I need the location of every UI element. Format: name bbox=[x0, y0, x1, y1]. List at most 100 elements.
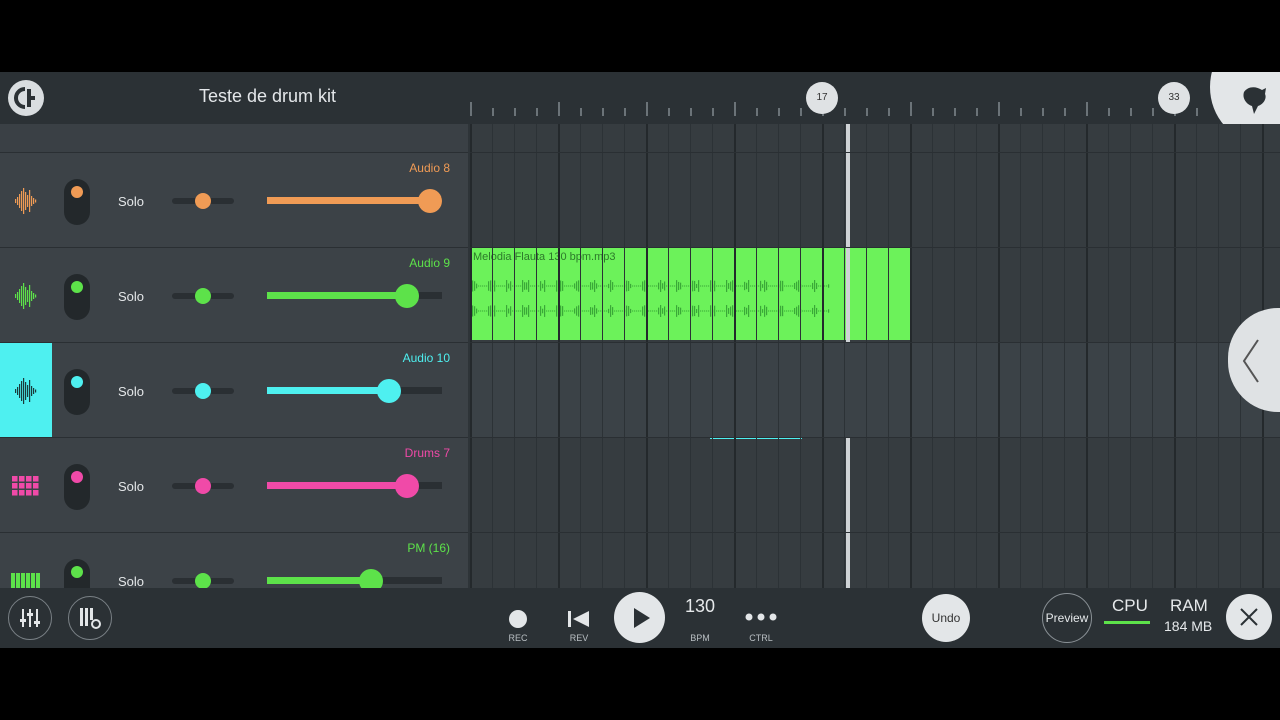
main-menu-button[interactable] bbox=[8, 80, 44, 116]
grid-line bbox=[712, 124, 713, 588]
ruler-tick bbox=[844, 108, 846, 116]
ruler-tick bbox=[1130, 108, 1132, 116]
pan-knob[interactable] bbox=[195, 193, 211, 209]
track-row[interactable]: Solo Drums 7 bbox=[0, 437, 468, 532]
grid-line bbox=[1042, 124, 1043, 588]
waveform-icon bbox=[15, 282, 37, 309]
track-icon-button[interactable] bbox=[0, 153, 52, 248]
grid-line bbox=[1218, 124, 1219, 588]
bpm-label: BPM bbox=[690, 633, 710, 643]
ruler-tick bbox=[580, 108, 582, 116]
track-name: PM (16) bbox=[407, 541, 450, 555]
track-name: Audio 10 bbox=[402, 351, 450, 365]
grid-line bbox=[888, 124, 889, 588]
lane-divider bbox=[470, 437, 1280, 438]
ruler-tick bbox=[1042, 108, 1044, 116]
lane-shade bbox=[470, 342, 1280, 437]
ruler-tick bbox=[470, 102, 472, 116]
solo-button[interactable]: Solo bbox=[118, 384, 144, 399]
close-button[interactable] bbox=[1226, 594, 1272, 640]
pan-knob[interactable] bbox=[195, 288, 211, 304]
solo-button[interactable]: Solo bbox=[118, 194, 144, 209]
mute-switch[interactable] bbox=[64, 179, 90, 225]
track-icon-button[interactable] bbox=[0, 343, 52, 438]
ruler-tick bbox=[536, 108, 538, 116]
waveform-icon bbox=[15, 187, 37, 214]
ruler-tick bbox=[866, 108, 868, 116]
volume-knob[interactable] bbox=[395, 474, 420, 498]
grid-line bbox=[1108, 124, 1109, 588]
more-dots-icon[interactable] bbox=[745, 613, 777, 621]
grid-line bbox=[844, 124, 845, 588]
grid-line bbox=[1064, 124, 1065, 588]
ruler-tick bbox=[778, 108, 780, 116]
mute-switch[interactable] bbox=[64, 369, 90, 415]
grid-line bbox=[1086, 124, 1088, 588]
pan-knob[interactable] bbox=[195, 573, 211, 589]
track-icon-button[interactable] bbox=[0, 248, 52, 343]
grid-line bbox=[800, 124, 801, 588]
ruler-tick bbox=[1196, 108, 1198, 116]
pan-knob[interactable] bbox=[195, 383, 211, 399]
solo-button[interactable]: Solo bbox=[118, 574, 144, 589]
playlist-area[interactable]: Melodia Flauta 130 bpm.mp3BEAT TIK...).w… bbox=[470, 124, 1280, 588]
track-name: Audio 9 bbox=[409, 256, 450, 270]
ruler-tick bbox=[1064, 108, 1066, 116]
grid-line bbox=[602, 124, 603, 588]
volume-knob[interactable] bbox=[377, 379, 402, 403]
grid-line bbox=[668, 124, 669, 588]
track-name: Audio 8 bbox=[409, 161, 450, 175]
ruler-tick bbox=[756, 108, 758, 116]
undo-button[interactable]: Undo bbox=[922, 594, 970, 642]
ruler-marker[interactable]: 17 bbox=[806, 82, 838, 114]
lane-divider bbox=[470, 247, 1280, 248]
timeline-ruler[interactable]: 17 33 bbox=[470, 72, 1280, 142]
grid-line bbox=[558, 124, 560, 588]
volume-knob[interactable] bbox=[418, 189, 443, 213]
ruler-tick bbox=[1108, 108, 1110, 116]
pan-knob[interactable] bbox=[195, 478, 211, 494]
grid-line bbox=[536, 124, 537, 588]
ruler-tick bbox=[800, 108, 802, 116]
mixer-button[interactable] bbox=[8, 596, 52, 640]
track-row[interactable]: Solo Audio 9 bbox=[0, 247, 468, 342]
mute-indicator bbox=[71, 566, 83, 578]
chevron-left-icon bbox=[1242, 339, 1259, 383]
solo-button[interactable]: Solo bbox=[118, 289, 144, 304]
fl-studio-mobile-window: Teste de drum kit 17 33 Solo Audio 8 Sol… bbox=[0, 72, 1280, 648]
play-button[interactable] bbox=[614, 592, 665, 643]
track-icon-button[interactable] bbox=[0, 438, 52, 533]
close-icon bbox=[1240, 608, 1258, 626]
grid-line bbox=[1174, 124, 1176, 588]
record-button[interactable] bbox=[509, 610, 527, 628]
ruler-tick bbox=[514, 108, 516, 116]
grid-line bbox=[954, 124, 955, 588]
preview-button[interactable]: Preview bbox=[1042, 593, 1092, 643]
grid-line bbox=[910, 124, 912, 588]
volume-fill bbox=[267, 197, 431, 204]
grid-line bbox=[646, 124, 648, 588]
rewind-icon[interactable] bbox=[567, 609, 591, 629]
top-bar: Teste de drum kit 17 33 bbox=[0, 72, 1280, 142]
solo-button[interactable]: Solo bbox=[118, 479, 144, 494]
volume-fill bbox=[267, 387, 390, 394]
mute-switch[interactable] bbox=[64, 464, 90, 510]
track-row[interactable]: Solo Audio 10 bbox=[0, 342, 468, 438]
volume-knob[interactable] bbox=[395, 284, 420, 308]
drum-pads-icon bbox=[12, 475, 39, 495]
grid-line bbox=[1196, 124, 1197, 588]
volume-fill bbox=[267, 292, 408, 299]
piano-settings-button[interactable] bbox=[68, 596, 112, 640]
tempo-value[interactable]: 130 bbox=[680, 596, 720, 617]
track-row[interactable]: Solo Audio 8 bbox=[0, 152, 468, 247]
channel-list: Solo Audio 8 Solo Audio 9 Solo Audio 10 … bbox=[0, 124, 468, 627]
ruler-marker[interactable]: 33 bbox=[1158, 82, 1190, 114]
mute-switch[interactable] bbox=[64, 274, 90, 320]
piano-gear-icon bbox=[80, 608, 101, 629]
grid-line bbox=[580, 124, 581, 588]
waveform-icon bbox=[15, 377, 37, 404]
grid-line bbox=[822, 124, 824, 588]
grid-line bbox=[492, 124, 493, 588]
ruler-tick bbox=[690, 108, 692, 116]
ruler-tick bbox=[910, 102, 912, 116]
